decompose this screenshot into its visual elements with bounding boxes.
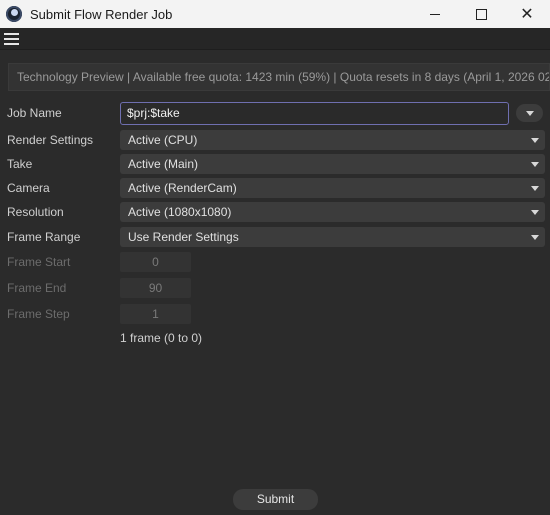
resolution-select[interactable]: Active (1080x1080) — [120, 202, 545, 222]
minimize-button[interactable] — [412, 0, 458, 28]
hamburger-icon[interactable] — [4, 33, 19, 45]
frame-step-field: 1 — [120, 304, 191, 324]
menu-bar — [0, 28, 550, 50]
chevron-down-icon — [531, 138, 539, 143]
frame-range-select[interactable]: Use Render Settings — [120, 227, 545, 247]
job-name-dropdown-button[interactable] — [516, 104, 543, 122]
camera-select[interactable]: Active (RenderCam) — [120, 178, 545, 198]
window-title: Submit Flow Render Job — [30, 6, 173, 22]
render-settings-select[interactable]: Active (CPU) — [120, 130, 545, 150]
render-settings-label: Render Settings — [7, 133, 94, 147]
chevron-down-icon — [531, 186, 539, 191]
chevron-down-icon — [531, 162, 539, 167]
render-settings-value: Active (CPU) — [128, 133, 198, 147]
frame-range-value: Use Render Settings — [128, 230, 239, 244]
frame-step-label: Frame Step — [7, 307, 70, 321]
frame-range-label: Frame Range — [7, 230, 81, 244]
resolution-value: Active (1080x1080) — [128, 205, 232, 219]
frame-summary: 1 frame (0 to 0) — [120, 331, 203, 345]
close-button[interactable]: ✕ — [504, 0, 550, 28]
submit-button[interactable]: Submit — [233, 489, 318, 510]
chevron-down-icon — [526, 111, 534, 116]
job-name-label: Job Name — [7, 106, 62, 120]
maximize-button[interactable] — [458, 0, 504, 28]
quota-info-bar: Technology Preview | Available free quot… — [8, 63, 550, 91]
frame-end-label: Frame End — [7, 281, 67, 295]
frame-start-label: Frame Start — [7, 255, 71, 269]
chevron-down-icon — [531, 210, 539, 215]
take-value: Active (Main) — [128, 157, 199, 171]
resolution-label: Resolution — [7, 205, 64, 219]
take-label: Take — [7, 157, 33, 171]
job-name-input[interactable]: $prj:$take — [120, 102, 509, 125]
cinema4d-icon — [6, 6, 22, 22]
camera-label: Camera — [7, 181, 50, 195]
frame-end-field: 90 — [120, 278, 191, 298]
camera-value: Active (RenderCam) — [128, 181, 237, 195]
title-bar: Submit Flow Render Job ✕ — [0, 0, 550, 28]
chevron-down-icon — [531, 235, 539, 240]
frame-start-field: 0 — [120, 252, 191, 272]
take-select[interactable]: Active (Main) — [120, 154, 545, 174]
